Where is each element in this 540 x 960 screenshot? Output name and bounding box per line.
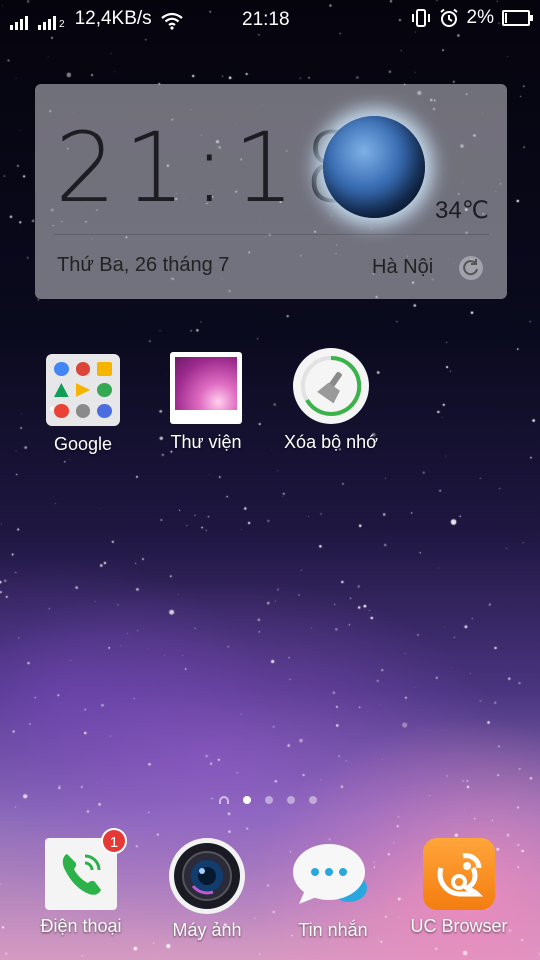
vibrate-icon (411, 9, 430, 27)
page-dot[interactable] (309, 796, 317, 804)
status-time: 21:18 (242, 9, 290, 30)
dock-label: UC Browser (410, 916, 508, 936)
dock-app-camera[interactable]: Máy ảnh (147, 838, 267, 941)
page-dot[interactable] (265, 796, 273, 804)
page-dot[interactable] (243, 796, 251, 804)
signal-sim1-icon (10, 14, 28, 30)
widget-date: Thứ Ba, 26 tháng 7 (57, 254, 230, 276)
dock-label: Điện thoại (40, 916, 122, 936)
widget-city: Hà Nội (372, 256, 434, 278)
widget-divider (53, 234, 489, 235)
dock-label: Tin nhắn (298, 920, 368, 940)
battery-icon (502, 10, 533, 26)
dock-app-messages[interactable]: Tin nhắn (273, 838, 393, 941)
app-cleaner[interactable]: Xóa bộ nhớ (276, 348, 386, 453)
clock-weather-widget[interactable]: 21:18 34℃ Thứ Ba, 26 tháng 7 Hà Nội (35, 84, 507, 299)
signal-sim2-icon: 2 (38, 14, 65, 30)
network-speed: 12,4KB/s (74, 8, 152, 29)
cleaner-icon (293, 348, 369, 424)
messages-icon (291, 838, 375, 914)
gallery-icon (170, 352, 242, 424)
sim2-label: 2 (59, 19, 65, 30)
alarm-icon (439, 8, 458, 27)
battery-fill (505, 13, 507, 23)
uc-browser-icon (423, 838, 495, 910)
dock-app-uc-browser[interactable]: UC Browser (399, 838, 519, 937)
camera-icon (169, 838, 245, 914)
page-dot[interactable] (287, 796, 295, 804)
status-bar: 2 12,4KB/s 21:18 2% (0, 0, 540, 38)
missed-call-badge: 1 (101, 828, 127, 854)
app-label: Xóa bộ nhớ (284, 432, 378, 452)
phone-icon: 1 (45, 828, 127, 910)
app-gallery[interactable]: Thư viện (151, 352, 261, 453)
page-indicator (219, 796, 317, 804)
app-google-folder[interactable]: Google (28, 354, 138, 455)
battery-percent: 2% (466, 7, 494, 28)
widget-temperature: 34℃ (435, 197, 489, 224)
app-label: Google (53, 434, 113, 454)
home-page-icon[interactable] (219, 796, 229, 804)
google-folder-icon (46, 354, 120, 426)
app-label: Thư viện (170, 432, 242, 452)
weather-planet-icon (323, 116, 425, 218)
dock-app-phone[interactable]: 1 Điện thoại (21, 828, 141, 937)
wifi-icon (160, 12, 183, 30)
dock-label: Máy ảnh (172, 920, 242, 940)
refresh-icon[interactable] (457, 254, 485, 282)
